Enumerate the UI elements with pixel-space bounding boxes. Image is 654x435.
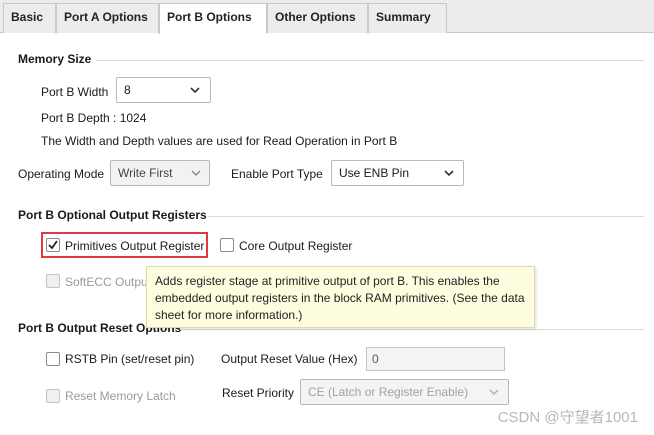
tab-other-options[interactable]: Other Options: [267, 3, 368, 33]
core-output-register-label: Core Output Register: [239, 239, 353, 253]
chevron-down-icon: [190, 87, 200, 94]
port-b-width-value: 8: [124, 83, 131, 97]
section-divider: [180, 329, 644, 330]
rstb-pin-checkbox[interactable]: [46, 352, 60, 366]
section-divider: [96, 60, 644, 61]
port-b-width-dropdown[interactable]: 8: [116, 77, 211, 103]
reset-memory-latch-label: Reset Memory Latch: [65, 389, 176, 403]
softecc-output-register-checkbox[interactable]: [46, 274, 60, 288]
highlight-box: [41, 232, 208, 258]
tab-bar: Basic Port A Options Port B Options Othe…: [0, 0, 654, 34]
output-reset-value-label: Output Reset Value (Hex): [221, 352, 358, 366]
tab-port-b-options[interactable]: Port B Options: [159, 3, 267, 34]
operating-mode-value: Write First: [118, 166, 173, 180]
port-b-width-label: Port B Width: [41, 85, 109, 99]
operating-mode-dropdown[interactable]: Write First: [110, 160, 210, 186]
tab-port-a-options[interactable]: Port A Options: [56, 3, 159, 33]
primitives-register-tooltip: Adds register stage at primitive output …: [146, 266, 535, 328]
tab-summary[interactable]: Summary: [368, 3, 447, 33]
chevron-down-icon: [489, 389, 499, 395]
output-reset-value-input[interactable]: 0: [366, 347, 505, 371]
section-divider: [208, 216, 644, 217]
reset-priority-dropdown[interactable]: CE (Latch or Register Enable): [300, 379, 509, 405]
watermark: CSDN @守望者1001: [497, 409, 638, 426]
rstb-pin-label: RSTB Pin (set/reset pin): [65, 352, 195, 366]
chevron-down-icon: [444, 170, 454, 177]
reset-memory-latch-checkbox[interactable]: [46, 389, 60, 403]
enable-port-type-label: Enable Port Type: [231, 167, 323, 181]
operating-mode-label: Operating Mode: [18, 167, 105, 181]
chevron-down-icon: [191, 170, 201, 176]
read-operation-note: The Width and Depth values are used for …: [41, 134, 398, 148]
port-b-depth-text: Port B Depth : 1024: [41, 111, 147, 125]
reset-priority-label: Reset Priority: [222, 386, 295, 400]
tab-basic[interactable]: Basic: [3, 3, 56, 33]
core-output-register-checkbox[interactable]: [220, 238, 234, 252]
output-registers-heading: Port B Optional Output Registers: [18, 208, 207, 222]
reset-priority-value: CE (Latch or Register Enable): [308, 385, 469, 399]
enable-port-type-dropdown[interactable]: Use ENB Pin: [331, 160, 464, 186]
memory-size-heading: Memory Size: [18, 52, 92, 66]
enable-port-type-value: Use ENB Pin: [339, 166, 410, 180]
